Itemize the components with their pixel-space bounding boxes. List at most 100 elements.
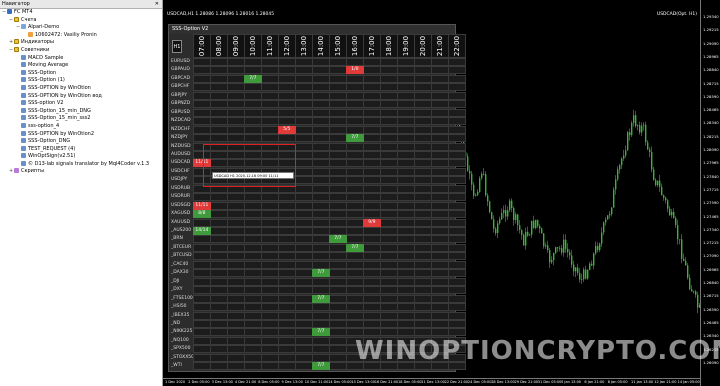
signal-cell[interactable] (244, 58, 262, 66)
signal-cell[interactable] (312, 243, 330, 252)
signal-up-badge[interactable]: 7/7 (312, 362, 330, 371)
signal-cell[interactable] (193, 319, 211, 328)
signal-cell[interactable] (380, 227, 398, 235)
signal-cell[interactable] (380, 243, 398, 252)
signal-cell[interactable] (431, 210, 449, 219)
signal-cell[interactable] (329, 66, 347, 75)
signal-cell[interactable] (244, 125, 262, 134)
signal-cell[interactable] (261, 260, 279, 269)
signal-cell[interactable] (346, 218, 364, 227)
signal-cell[interactable] (346, 210, 364, 219)
signal-cell[interactable] (278, 74, 296, 83)
signal-cell[interactable] (244, 353, 262, 362)
signal-cell[interactable] (448, 91, 466, 100)
signal-cell[interactable] (295, 150, 313, 159)
signal-cell[interactable] (210, 311, 228, 320)
signal-cell[interactable] (193, 286, 211, 295)
navigator-item[interactable]: 10602472: Vasiliy Pronin (0, 31, 162, 40)
signal-cell[interactable] (448, 319, 466, 328)
signal-cell[interactable] (244, 235, 262, 244)
signal-cell[interactable] (431, 193, 449, 202)
signal-cell[interactable] (346, 303, 364, 312)
signal-cell[interactable] (397, 66, 415, 75)
signal-cell[interactable] (431, 269, 449, 278)
signal-cell[interactable] (295, 286, 313, 295)
signal-cell[interactable] (414, 277, 432, 286)
signal-cell[interactable] (295, 176, 313, 185)
signal-cell[interactable] (329, 353, 347, 362)
signal-cell[interactable] (312, 167, 330, 176)
signal-cell[interactable] (278, 218, 296, 227)
signal-cell[interactable] (295, 117, 313, 126)
hour-header[interactable]: 20:00 (414, 34, 432, 58)
signal-cell[interactable] (414, 218, 432, 227)
signal-cell[interactable] (312, 74, 330, 83)
signal-cell[interactable] (414, 193, 432, 202)
signal-cell[interactable] (210, 108, 228, 117)
signal-cell[interactable] (261, 336, 279, 345)
navigator-item[interactable]: SSS-Option_DNG (0, 138, 162, 146)
signal-cell[interactable] (329, 108, 347, 117)
signal-cell[interactable] (312, 184, 330, 193)
signal-cell[interactable] (346, 125, 364, 134)
signal-cell[interactable] (329, 150, 347, 159)
signal-up-badge[interactable]: 7/7 (312, 269, 330, 278)
signal-cell[interactable] (329, 303, 347, 312)
signal-cell[interactable] (380, 277, 398, 286)
signal-cell[interactable] (397, 260, 415, 269)
signal-cell[interactable] (448, 184, 466, 193)
signal-cell[interactable] (295, 260, 313, 269)
signal-cell[interactable] (295, 108, 313, 117)
hour-header[interactable]: 14:00 (312, 34, 330, 58)
signal-cell[interactable] (312, 210, 330, 219)
signal-cell[interactable] (431, 108, 449, 117)
signal-cell[interactable] (312, 252, 330, 261)
signal-cell[interactable] (414, 142, 432, 151)
signal-cell[interactable] (278, 303, 296, 312)
signal-cell[interactable] (244, 201, 262, 210)
signal-cell[interactable] (329, 362, 347, 371)
navigator-item[interactable]: WinOptSign(v2.51) (0, 153, 162, 161)
signal-cell[interactable] (414, 227, 432, 235)
signal-cell[interactable] (346, 91, 364, 100)
signal-cell[interactable] (397, 269, 415, 278)
signal-cell[interactable] (329, 345, 347, 354)
signal-cell[interactable] (448, 235, 466, 244)
hour-header[interactable]: 10:00 (244, 34, 262, 58)
signal-cell[interactable] (193, 269, 211, 278)
signal-cell[interactable] (210, 260, 228, 269)
signal-cell[interactable] (295, 303, 313, 312)
hour-header[interactable]: 18:00 (380, 34, 398, 58)
signal-cell[interactable] (278, 100, 296, 109)
navigator-item[interactable]: TEST_REQUEST (4) (0, 145, 162, 154)
signal-cell[interactable] (261, 108, 279, 117)
signal-cell[interactable] (210, 91, 228, 100)
signal-cell[interactable] (380, 159, 398, 168)
signal-cell[interactable] (414, 303, 432, 312)
signal-cell[interactable] (278, 328, 296, 337)
signal-cell[interactable] (210, 193, 228, 202)
signal-cell[interactable] (397, 176, 415, 185)
hour-header[interactable]: 19:00 (397, 34, 415, 58)
signal-cell[interactable] (261, 303, 279, 312)
signal-cell[interactable] (414, 184, 432, 193)
signal-cell[interactable] (312, 83, 330, 92)
signal-cell[interactable] (227, 353, 245, 362)
signal-cell[interactable] (363, 286, 381, 295)
signal-cell[interactable] (397, 252, 415, 261)
signal-cell[interactable] (193, 193, 211, 202)
signal-cell[interactable] (329, 193, 347, 202)
signal-down-badge[interactable]: 1/0 (346, 66, 364, 75)
signal-cell[interactable] (363, 108, 381, 117)
signal-cell[interactable] (227, 108, 245, 117)
signal-cell[interactable] (397, 134, 415, 143)
signal-cell[interactable] (295, 201, 313, 210)
signal-cell[interactable] (346, 142, 364, 151)
signal-cell[interactable] (244, 345, 262, 354)
signal-cell[interactable] (244, 227, 262, 235)
signal-cell[interactable] (210, 210, 228, 219)
signal-cell[interactable] (363, 167, 381, 176)
signal-cell[interactable] (278, 58, 296, 66)
signal-cell[interactable] (414, 319, 432, 328)
signal-cell[interactable] (312, 117, 330, 126)
